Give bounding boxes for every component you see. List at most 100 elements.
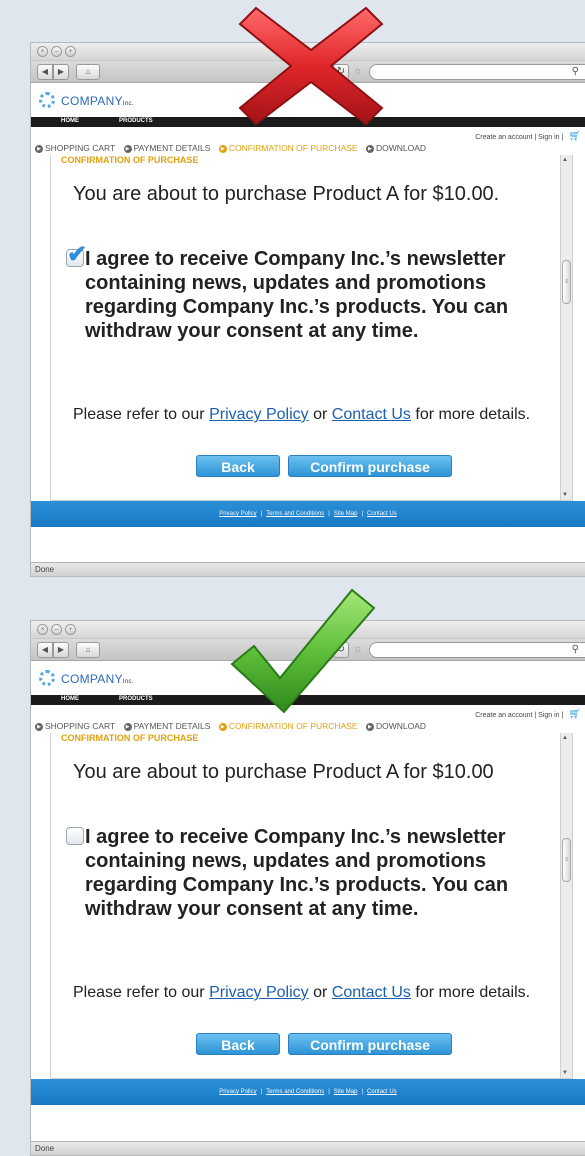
good-example-panel: × – + ◀ ▶ ⌂ ↻ ☼ ⚲ COMPANYInc. HOME PRODU… [14,592,585,1156]
search-input[interactable]: ⚲ [369,642,585,658]
step-shopping-cart: ▶ SHOPPING CART [35,721,115,731]
shopping-cart-icon[interactable]: 🛒︎ [568,709,581,720]
site-footer: Privacy Policy | Terms and Conditions | Site… [31,1079,585,1105]
step-label: DOWNLOAD [375,143,427,153]
close-window-icon[interactable]: × [37,624,48,635]
home-icon[interactable]: ⌂ [76,64,100,80]
sign-in-link[interactable]: Sign in [538,134,559,141]
privacy-policy-link[interactable]: Privacy Policy [209,984,309,1001]
site-menu: HOME PRODUCTS [31,695,585,705]
step-label: PAYMENT DETAILS [133,143,211,153]
loading-icon: ☼ [353,65,364,77]
step-confirmation: ▶ CONFIRMATION OF PURCHASE [218,721,358,731]
footer-terms-link[interactable]: Terms and Conditions [266,511,324,517]
step-arrow-icon: ▶ [218,722,227,731]
newsletter-consent-checkbox[interactable]: ✔ [66,827,84,845]
confirm-purchase-button[interactable]: Confirm purchase [288,1033,452,1055]
step-label: DOWNLOAD [375,721,427,731]
step-confirmation: ▶ CONFIRMATION OF PURCHASE [218,143,358,153]
step-download: ▶ DOWNLOAD [365,143,427,153]
newsletter-consent-checkbox[interactable]: ✔ [66,243,87,267]
scroll-down-icon[interactable]: ▼ [562,492,568,498]
site-footer: Privacy Policy | Terms and Conditions | Site… [31,501,585,527]
logo-name: COMPANY [61,672,123,686]
step-arrow-icon: ▶ [123,144,132,153]
footer-privacy-link[interactable]: Privacy Policy [219,1089,256,1095]
back-button[interactable]: Back [196,1033,280,1055]
refer-suffix: for more details. [410,406,531,423]
back-arrow-icon[interactable]: ◀ [37,64,53,80]
content-scrollbar[interactable]: ▲ ≡ ▼ [560,155,572,500]
purchase-summary: You are about to purchase Product A for … [73,761,494,783]
forward-arrow-icon[interactable]: ▶ [53,64,69,80]
create-account-link[interactable]: Create an account [475,712,532,719]
step-arrow-icon: ▶ [365,144,374,153]
scroll-thumb[interactable]: ≡ [562,838,571,882]
logo-suffix: Inc. [122,679,134,685]
section-title: CONFIRMATION OF PURCHASE [61,733,199,743]
minimize-window-icon[interactable]: – [51,624,62,635]
account-nav: Create an account | Sign in | 🛒︎ [31,705,585,721]
footer-separator: | [328,1089,330,1095]
minimize-window-icon[interactable]: – [51,46,62,57]
step-payment-details: ▶ PAYMENT DETAILS [123,143,211,153]
search-icon: ⚲ [571,66,579,77]
footer-contact-link[interactable]: Contact Us [367,511,397,517]
browser-window: × – + ◀ ▶ ⌂ ↻ ☼ ⚲ COMPANYInc. HOME PRODU… [30,42,585,577]
logo-name: COMPANY [61,94,123,108]
footer-separator: | [260,1089,263,1095]
account-nav: Create an account | Sign in | 🛒︎ [31,127,585,143]
step-payment-details: ▶ PAYMENT DETAILS [123,721,211,731]
create-account-link[interactable]: Create an account [475,134,532,141]
footer-sitemap-link[interactable]: Site Map [334,1089,358,1095]
reload-icon[interactable]: ↻ [333,642,349,658]
status-bar: Done [31,562,585,576]
scroll-thumb[interactable]: ≡ [562,260,571,304]
privacy-policy-link[interactable]: Privacy Policy [209,406,309,423]
close-window-icon[interactable]: × [37,46,48,57]
zoom-window-icon[interactable]: + [65,624,76,635]
bad-example-panel: × – + ◀ ▶ ⌂ ↻ ☼ ⚲ COMPANYInc. HOME PRODU… [14,14,585,577]
back-arrow-icon[interactable]: ◀ [37,642,53,658]
scroll-up-icon[interactable]: ▲ [562,735,568,741]
footer-contact-link[interactable]: Contact Us [367,1089,397,1095]
step-arrow-icon: ▶ [123,722,132,731]
footer-terms-link[interactable]: Terms and Conditions [266,1089,324,1095]
menu-item-products[interactable]: PRODUCTS [119,696,153,702]
company-logo[interactable]: COMPANYInc. [61,94,134,108]
browser-toolbar: ◀ ▶ ⌂ ↻ ☼ ⚲ [31,61,585,83]
confirm-purchase-button[interactable]: Confirm purchase [288,455,452,477]
footer-sitemap-link[interactable]: Site Map [334,511,358,517]
company-logo-icon [39,92,55,108]
menu-item-home[interactable]: HOME [61,696,79,702]
site-header: COMPANYInc. [31,83,585,117]
refer-text: Please refer to our Privacy Policy or Co… [73,405,563,424]
zoom-window-icon[interactable]: + [65,46,76,57]
footer-privacy-link[interactable]: Privacy Policy [219,511,256,517]
menu-item-home[interactable]: HOME [61,118,79,124]
step-label: SHOPPING CART [45,721,116,731]
reload-icon[interactable]: ↻ [333,64,349,80]
sign-in-link[interactable]: Sign in [538,712,559,719]
site-menu: HOME PRODUCTS [31,117,585,127]
content-scrollbar[interactable]: ▲ ≡ ▼ [560,733,572,1078]
loading-icon: ☼ [353,643,364,655]
home-icon[interactable]: ⌂ [76,642,100,658]
search-input[interactable]: ⚲ [369,64,585,80]
back-button[interactable]: Back [196,455,280,477]
footer-separator: | [328,511,330,517]
browser-toolbar: ◀ ▶ ⌂ ↻ ☼ ⚲ [31,639,585,661]
company-logo[interactable]: COMPANYInc. [61,672,134,686]
shopping-cart-icon[interactable]: 🛒︎ [568,131,581,142]
menu-item-products[interactable]: PRODUCTS [119,118,153,124]
footer-separator: | [361,1089,364,1095]
confirmation-content: CONFIRMATION OF PURCHASE You are about t… [50,155,573,501]
step-arrow-icon: ▶ [35,144,43,153]
scroll-down-icon[interactable]: ▼ [562,1070,568,1076]
scroll-up-icon[interactable]: ▲ [562,157,568,163]
step-label: PAYMENT DETAILS [133,721,211,731]
logo-suffix: Inc. [122,101,134,107]
forward-arrow-icon[interactable]: ▶ [53,642,69,658]
contact-us-link[interactable]: Contact Us [332,406,411,423]
contact-us-link[interactable]: Contact Us [332,984,411,1001]
